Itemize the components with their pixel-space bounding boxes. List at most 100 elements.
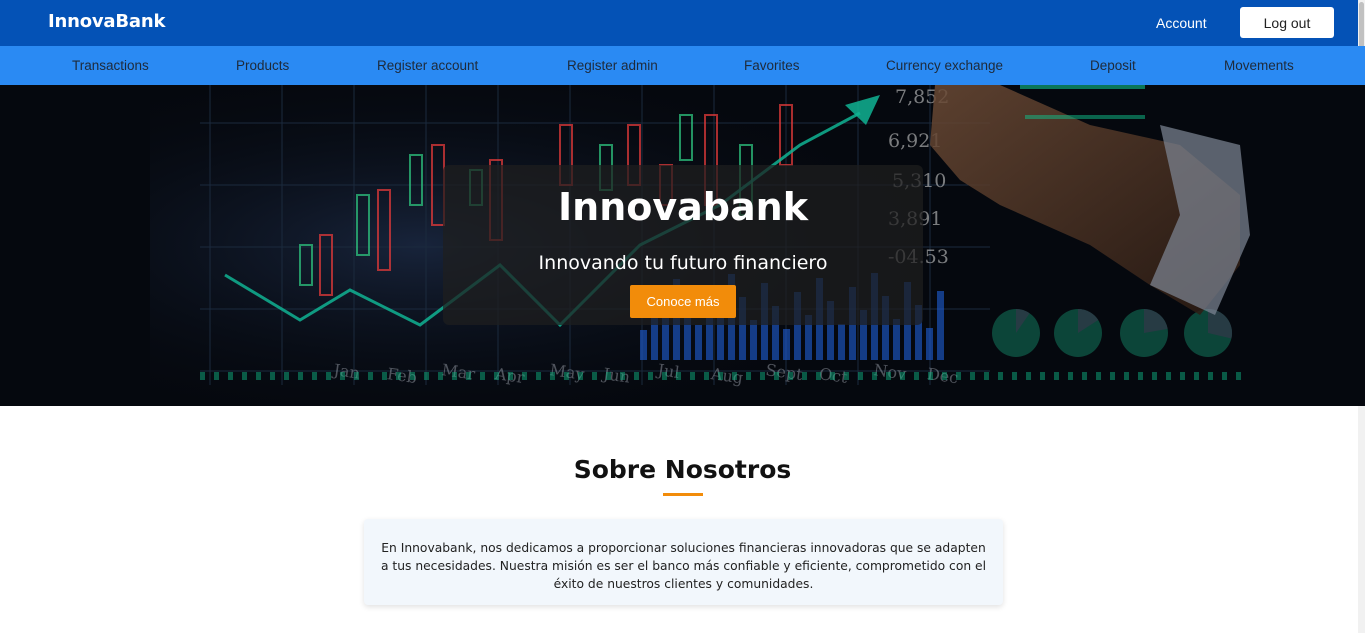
about-title: Sobre Nosotros <box>573 455 792 484</box>
nav-item-products[interactable]: Products <box>236 58 289 73</box>
background-bar <box>893 319 900 360</box>
background-dot <box>1082 372 1087 380</box>
background-dot <box>312 372 317 380</box>
background-dot <box>760 372 765 380</box>
nav-item-movements[interactable]: Movements <box>1224 58 1294 73</box>
background-dot <box>956 372 961 380</box>
background-dot <box>1138 372 1143 380</box>
brand-logo[interactable]: InnovaBank <box>48 11 165 32</box>
background-dot <box>284 372 289 380</box>
background-dot <box>942 372 947 380</box>
background-dot <box>354 372 359 380</box>
background-dot <box>1096 372 1101 380</box>
background-dot <box>816 372 821 380</box>
background-dot <box>634 372 639 380</box>
background-dot <box>1040 372 1045 380</box>
background-dot <box>746 372 751 380</box>
background-bar <box>695 325 702 360</box>
background-dot <box>928 372 933 380</box>
background-dot <box>718 372 723 380</box>
background-dot <box>998 372 1003 380</box>
background-dot <box>396 372 401 380</box>
background-bar <box>640 330 647 360</box>
background-dot <box>1124 372 1129 380</box>
background-dot <box>508 372 513 380</box>
background-dot <box>382 372 387 380</box>
about-title-underline <box>663 493 703 496</box>
background-dot <box>1236 372 1241 380</box>
background-dot <box>1054 372 1059 380</box>
background-dot <box>494 372 499 380</box>
background-dot <box>620 372 625 380</box>
background-dot <box>858 372 863 380</box>
nav-item-transactions[interactable]: Transactions <box>72 58 149 73</box>
background-dot <box>1194 372 1199 380</box>
background-dot <box>732 372 737 380</box>
background-dot <box>1012 372 1017 380</box>
background-dot <box>984 372 989 380</box>
background-dot <box>1026 372 1031 380</box>
background-dot <box>270 372 275 380</box>
background-dot <box>1166 372 1171 380</box>
background-dot <box>676 372 681 380</box>
background-dot <box>1208 372 1213 380</box>
background-dot <box>522 372 527 380</box>
background-dot <box>410 372 415 380</box>
background-bar <box>937 291 944 360</box>
background-dot <box>970 372 975 380</box>
background-dot <box>340 372 345 380</box>
background-bar <box>838 324 845 360</box>
background-dot <box>662 372 667 380</box>
background-dot <box>228 372 233 380</box>
nav-item-currency-exchange[interactable]: Currency exchange <box>886 58 1003 73</box>
background-dot <box>830 372 835 380</box>
nav-item-register-admin[interactable]: Register admin <box>567 58 658 73</box>
background-dot <box>452 372 457 380</box>
background-dot <box>592 372 597 380</box>
background-dot <box>256 372 261 380</box>
background-dot <box>298 372 303 380</box>
background-dot <box>200 372 205 380</box>
hero-subtitle: Innovando tu futuro financiero <box>538 252 828 274</box>
background-dot <box>536 372 541 380</box>
background-dot <box>1222 372 1227 380</box>
background-dot <box>564 372 569 380</box>
background-dot <box>242 372 247 380</box>
background-dot <box>578 372 583 380</box>
nav-item-register-account[interactable]: Register account <box>377 58 478 73</box>
background-dot <box>368 372 373 380</box>
background-dot <box>1180 372 1185 380</box>
background-dot <box>480 372 485 380</box>
background-dot <box>704 372 709 380</box>
background-dot <box>802 372 807 380</box>
background-dot <box>550 372 555 380</box>
background-dot <box>1110 372 1115 380</box>
background-dot <box>886 372 891 380</box>
background-dot <box>424 372 429 380</box>
about-text: En Innovabank, nos dedicamos a proporcio… <box>380 541 987 591</box>
background-dot <box>438 372 443 380</box>
background-dot <box>900 372 905 380</box>
nav-item-deposit[interactable]: Deposit <box>1090 58 1136 73</box>
background-dot <box>690 372 695 380</box>
background-dot <box>872 372 877 380</box>
background-dot <box>466 372 471 380</box>
learn-more-button[interactable]: Conoce más <box>630 285 736 318</box>
background-bar <box>783 329 790 360</box>
background-dot <box>914 372 919 380</box>
account-link[interactable]: Account <box>1156 15 1207 31</box>
hero-banner: 7,8526,9215,3103,891-04.53 JanFebMarAprM… <box>0 85 1365 406</box>
logout-button[interactable]: Log out <box>1240 7 1334 38</box>
main-nav: Transactions Products Register account R… <box>0 46 1365 85</box>
background-month: Jun <box>600 364 631 387</box>
background-dot <box>214 372 219 380</box>
background-bar <box>750 320 757 360</box>
background-bar <box>926 328 933 360</box>
background-dot <box>774 372 779 380</box>
background-dot <box>1152 372 1157 380</box>
hero-title: Innovabank <box>558 185 808 229</box>
background-dot <box>788 372 793 380</box>
nav-item-favorites[interactable]: Favorites <box>744 58 800 73</box>
background-dot <box>326 372 331 380</box>
background-dot <box>648 372 653 380</box>
